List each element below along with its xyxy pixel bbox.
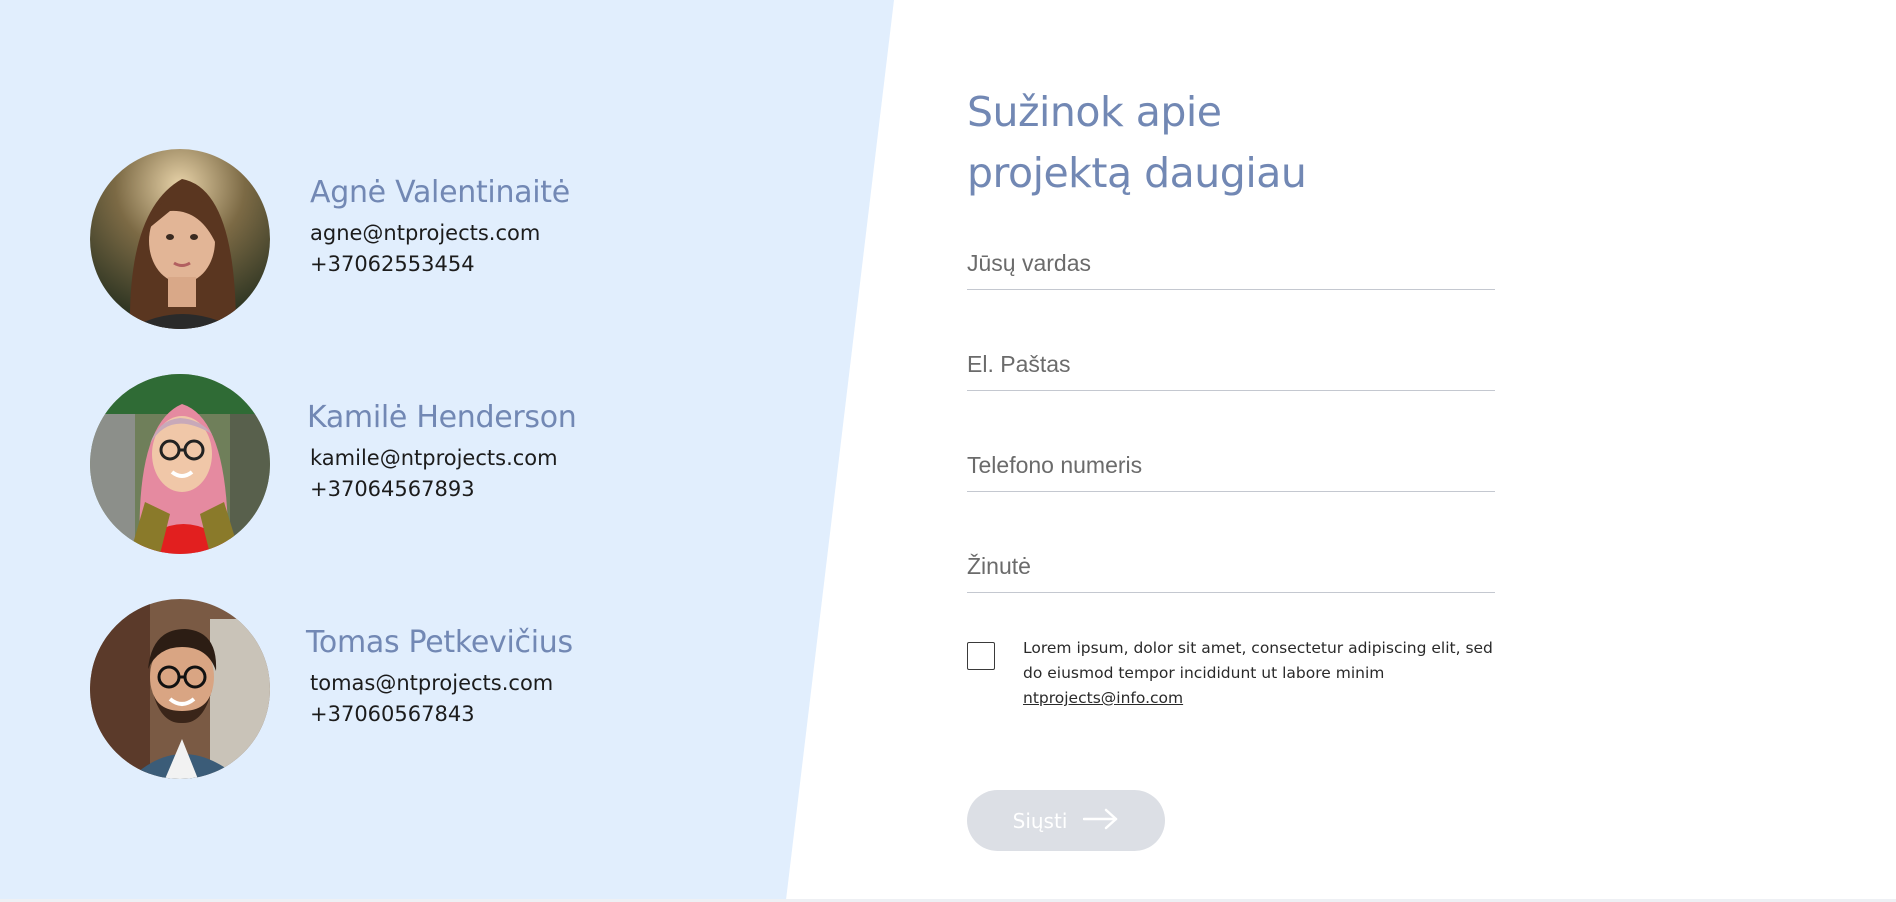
contact-email[interactable]: agne@ntprojects.com (310, 221, 540, 245)
contact-phone[interactable]: +37062553454 (310, 252, 475, 276)
phone-field (967, 445, 1495, 492)
contact-card-agne: Agnė Valentinaitė agne@ntprojects.com +3… (90, 149, 650, 331)
contact-page: Agnė Valentinaitė agne@ntprojects.com +3… (0, 0, 1896, 902)
consent-checkbox[interactable] (967, 642, 995, 670)
name-field (967, 243, 1495, 290)
consent-body: Lorem ipsum, dolor sit amet, consectetur… (1023, 639, 1493, 682)
consent-text: Lorem ipsum, dolor sit amet, consectetur… (1023, 636, 1503, 711)
avatar (90, 374, 270, 554)
message-field (967, 546, 1495, 593)
consent-email-link[interactable]: ntprojects@info.com (1023, 689, 1183, 707)
avatar (90, 599, 270, 779)
email-field (967, 344, 1495, 391)
avatar (90, 149, 270, 329)
contact-email[interactable]: tomas@ntprojects.com (310, 671, 553, 695)
email-input[interactable] (967, 344, 1495, 384)
contact-card-tomas: Tomas Petkevičius tomas@ntprojects.com +… (90, 599, 650, 781)
contact-phone[interactable]: +37060567843 (310, 702, 475, 726)
submit-button[interactable]: Siųsti (967, 790, 1165, 851)
phone-input[interactable] (967, 445, 1495, 485)
name-input[interactable] (967, 243, 1495, 283)
form-title-line-1: Sužinok apie (967, 88, 1222, 136)
contact-email[interactable]: kamile@ntprojects.com (310, 446, 558, 470)
contact-name: Tomas Petkevičius (306, 625, 573, 660)
contact-phone[interactable]: +37064567893 (310, 477, 475, 501)
contact-name: Kamilė Henderson (307, 400, 577, 435)
form-title: Sužinok apie projektą daugiau (967, 82, 1467, 204)
contact-name: Agnė Valentinaitė (310, 175, 570, 210)
arrow-right-icon (1083, 808, 1119, 833)
form-title-line-2: projektą daugiau (967, 149, 1307, 197)
contact-card-kamile: Kamilė Henderson kamile@ntprojects.com +… (90, 374, 650, 556)
message-input[interactable] (967, 546, 1495, 586)
submit-label: Siųsti (1012, 808, 1068, 833)
